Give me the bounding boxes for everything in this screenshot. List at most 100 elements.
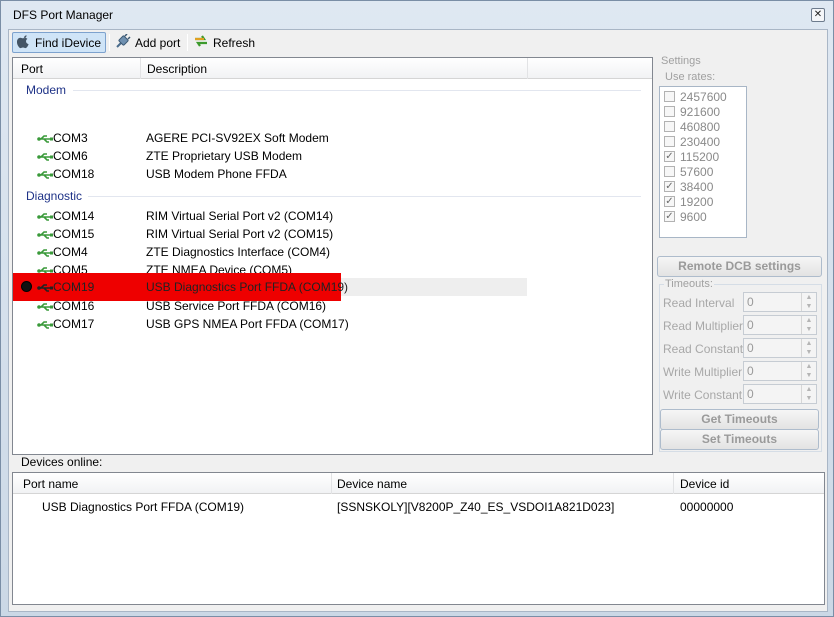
rate-value: 2457600 bbox=[680, 89, 727, 104]
port-description: USB Modem Phone FFDA bbox=[146, 167, 287, 181]
group-header-modem: Modem bbox=[26, 83, 67, 97]
checkbox[interactable] bbox=[664, 91, 675, 102]
chevron-down-icon[interactable]: ▼ bbox=[802, 348, 816, 357]
write-multiplier-stepper[interactable]: 0 ▲ ▼ bbox=[743, 361, 817, 381]
read-constant-stepper[interactable]: 0 ▲ ▼ bbox=[743, 338, 817, 358]
chevron-down-icon[interactable]: ▼ bbox=[802, 371, 816, 380]
stepper-value: 0 bbox=[747, 341, 754, 355]
chevron-up-icon[interactable]: ▲ bbox=[802, 362, 816, 371]
checkbox-checked[interactable]: ✓ bbox=[664, 211, 675, 222]
rate-value: 9600 bbox=[680, 209, 707, 224]
port-description: USB GPS NMEA Port FFDA (COM17) bbox=[146, 317, 349, 331]
stepper-arrows[interactable]: ▲ ▼ bbox=[801, 293, 816, 311]
device-id: 00000000 bbox=[680, 500, 734, 514]
port-row[interactable]: COM15 RIM Virtual Serial Port v2 (COM15) bbox=[13, 225, 652, 243]
column-header-device-id[interactable]: Device id bbox=[680, 477, 729, 491]
stepper-arrows[interactable]: ▲ ▼ bbox=[801, 339, 816, 357]
port-row[interactable]: COM4 ZTE Diagnostics Interface (COM4) bbox=[13, 243, 652, 261]
rate-option[interactable]: 57600 bbox=[664, 164, 713, 179]
find-idevice-label: Find iDevice bbox=[35, 35, 102, 50]
rate-value: 921600 bbox=[680, 104, 721, 119]
usb-icon bbox=[37, 133, 53, 147]
rate-option[interactable]: 921600 bbox=[664, 104, 720, 119]
checkbox-checked[interactable]: ✓ bbox=[664, 196, 675, 207]
refresh-button[interactable]: Refresh bbox=[189, 32, 259, 53]
use-rates-label: Use rates: bbox=[664, 71, 717, 83]
stepper-value: 0 bbox=[747, 318, 754, 332]
stepper-value: 0 bbox=[747, 387, 754, 401]
column-divider[interactable] bbox=[140, 58, 141, 79]
port-list[interactable]: Port Description Modem COM3 AGERE PCI-SV… bbox=[12, 57, 653, 455]
record-dot-icon bbox=[21, 281, 32, 292]
usb-icon bbox=[37, 301, 53, 315]
column-header-description[interactable]: Description bbox=[147, 62, 207, 76]
rate-option[interactable]: 230400 bbox=[664, 134, 720, 149]
rate-option[interactable]: ✓ 38400 bbox=[664, 179, 713, 194]
port-row[interactable]: COM18 USB Modem Phone FFDA bbox=[13, 165, 652, 183]
get-timeouts-button[interactable]: Get Timeouts bbox=[660, 409, 819, 430]
usb-icon bbox=[37, 151, 53, 165]
port-description: USB Service Port FFDA (COM16) bbox=[146, 299, 327, 313]
port-row[interactable]: COM14 RIM Virtual Serial Port v2 (COM14) bbox=[13, 207, 652, 225]
port-row[interactable]: COM6 ZTE Proprietary USB Modem bbox=[13, 147, 652, 165]
chevron-up-icon[interactable]: ▲ bbox=[802, 316, 816, 325]
chevron-down-icon[interactable]: ▼ bbox=[802, 394, 816, 403]
add-port-label: Add port bbox=[135, 35, 181, 50]
group-header-diagnostic: Diagnostic bbox=[26, 189, 83, 203]
close-button[interactable]: ✕ bbox=[811, 8, 825, 22]
port-description: RIM Virtual Serial Port v2 (COM14) bbox=[146, 209, 334, 223]
checkbox[interactable] bbox=[664, 121, 675, 132]
rate-value: 460800 bbox=[680, 119, 721, 134]
rate-option[interactable]: 460800 bbox=[664, 119, 720, 134]
checkbox[interactable] bbox=[664, 166, 675, 177]
rates-list[interactable]: 2457600 921600 460800 230400 ✓ 115200 576… bbox=[659, 86, 747, 238]
port-row[interactable]: COM17 USB GPS NMEA Port FFDA (COM17) bbox=[13, 315, 652, 333]
chevron-up-icon[interactable]: ▲ bbox=[802, 339, 816, 348]
column-divider[interactable] bbox=[527, 58, 528, 79]
port-row[interactable]: COM3 AGERE PCI-SV92EX Soft Modem bbox=[13, 129, 652, 147]
read-interval-stepper[interactable]: 0 ▲ ▼ bbox=[743, 292, 817, 312]
stepper-arrows[interactable]: ▲ ▼ bbox=[801, 316, 816, 334]
toolbar: Find iDevice Add port Refresh bbox=[10, 30, 650, 54]
stepper-arrows[interactable]: ▲ ▼ bbox=[801, 362, 816, 380]
checkbox[interactable] bbox=[664, 136, 675, 147]
rate-value: 38400 bbox=[680, 179, 714, 194]
chevron-down-icon[interactable]: ▼ bbox=[802, 325, 816, 334]
write-constant-stepper[interactable]: 0 ▲ ▼ bbox=[743, 384, 817, 404]
find-idevice-button[interactable]: Find iDevice bbox=[12, 32, 107, 53]
rate-option[interactable]: ✓ 9600 bbox=[664, 209, 707, 224]
column-divider[interactable] bbox=[673, 473, 674, 494]
rate-option[interactable]: ✓ 115200 bbox=[664, 149, 719, 164]
add-port-button[interactable]: Add port bbox=[111, 32, 184, 53]
stepper-arrows[interactable]: ▲ ▼ bbox=[801, 385, 816, 403]
set-timeouts-button[interactable]: Set Timeouts bbox=[660, 429, 819, 450]
rate-option[interactable]: 2457600 bbox=[664, 89, 727, 104]
devices-table-header: Port name Device name Device id bbox=[13, 473, 824, 494]
usb-icon bbox=[37, 211, 53, 225]
rate-value: 57600 bbox=[680, 164, 714, 179]
chevron-up-icon[interactable]: ▲ bbox=[802, 293, 816, 302]
rate-option[interactable]: ✓ 19200 bbox=[664, 194, 713, 209]
title-bar[interactable]: DFS Port Manager ✕ bbox=[1, 1, 833, 29]
checkbox-checked[interactable]: ✓ bbox=[664, 151, 675, 162]
column-header-port-name[interactable]: Port name bbox=[23, 477, 78, 491]
chevron-up-icon[interactable]: ▲ bbox=[802, 385, 816, 394]
read-multiplier-stepper[interactable]: 0 ▲ ▼ bbox=[743, 315, 817, 335]
port-description: RIM Virtual Serial Port v2 (COM15) bbox=[146, 227, 334, 241]
port-description: ZTE Diagnostics Interface (COM4) bbox=[146, 245, 331, 259]
devices-table[interactable]: Port name Device name Device id USB Diag… bbox=[12, 472, 825, 605]
column-header-port[interactable]: Port bbox=[21, 62, 43, 76]
port-row-selected[interactable]: COM19 USB Diagnostics Port FFDA (COM19) bbox=[13, 273, 527, 301]
port-name: COM6 bbox=[53, 149, 88, 163]
chevron-down-icon[interactable]: ▼ bbox=[802, 302, 816, 311]
usb-icon bbox=[37, 247, 53, 261]
checkbox[interactable] bbox=[664, 106, 675, 117]
column-divider[interactable] bbox=[331, 473, 332, 494]
plug-icon bbox=[115, 32, 131, 52]
remote-dcb-settings-button[interactable]: Remote DCB settings bbox=[657, 256, 822, 277]
port-name: COM17 bbox=[53, 317, 95, 331]
stepper-value: 0 bbox=[747, 295, 754, 309]
column-header-device-name[interactable]: Device name bbox=[337, 477, 407, 491]
checkbox-checked[interactable]: ✓ bbox=[664, 181, 675, 192]
write-multiplier-label: Write Multiplier: bbox=[663, 365, 746, 379]
